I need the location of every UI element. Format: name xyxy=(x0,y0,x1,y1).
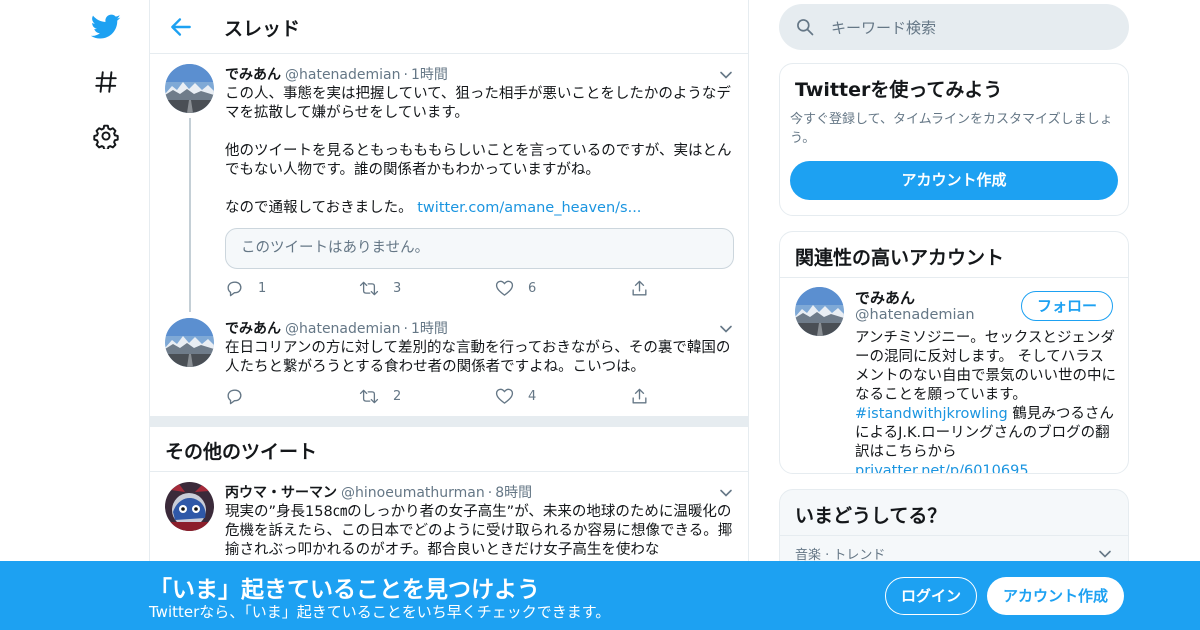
thread-header: スレッド xyxy=(150,0,748,54)
retweet-icon xyxy=(359,389,379,404)
signup-card-title: Twitterを使ってみよう xyxy=(795,79,1003,101)
retweet-button[interactable]: 2 xyxy=(359,387,401,406)
reply-button[interactable] xyxy=(225,387,258,406)
thread-column: スレッド でみあん @hatenademian · 1時間 この人、事態を実は把… xyxy=(149,0,749,630)
account-name[interactable]: でみあん xyxy=(855,287,915,308)
bio-link[interactable]: privatter.net/p/6010695 xyxy=(855,463,1029,473)
search-bar[interactable]: キーワード検索 xyxy=(779,4,1129,50)
follow-button[interactable]: フォロー xyxy=(1021,291,1113,321)
reply-icon xyxy=(227,389,242,405)
author-handle[interactable]: @hinoeumathurman xyxy=(341,485,485,501)
banner-title: 「いま」起きていることを見つけよう xyxy=(149,577,540,603)
tweet[interactable]: 丙ウマ・サーマン @hinoeumathurman · 8時間 現実の”身長158㎝の… xyxy=(150,472,748,562)
tweet[interactable]: でみあん @hatenademian · 1時間 在日コリアンの方に対して差別的な言動… xyxy=(150,310,748,416)
gear-icon[interactable] xyxy=(86,116,126,156)
tweet-paragraph: なので通報しておきました。 xyxy=(225,200,413,216)
tweet-actions: 1 3 6 xyxy=(225,279,665,299)
account-handle[interactable]: @hatenademian xyxy=(855,307,975,323)
section-divider xyxy=(150,416,748,427)
bio-text: アンチミソジニー。セックスとジェンダーの混同に反対します。 そしてハラスメントの… xyxy=(855,330,1116,403)
avatar[interactable] xyxy=(795,287,844,336)
tweet-link[interactable]: twitter.com/amane_heaven/s... xyxy=(417,200,641,216)
author-name[interactable]: でみあん xyxy=(225,321,281,337)
share-button[interactable] xyxy=(630,279,663,298)
search-icon xyxy=(797,19,814,36)
thread-connector-line xyxy=(189,118,191,312)
trends-title: いまどうしてる？ xyxy=(795,505,947,527)
tweet-header: でみあん @hatenademian · 1時間 xyxy=(225,64,448,84)
tweet-text: 在日コリアンの方に対して差別的な言動を行っておきながら、その裏で韓国の人たちと繋… xyxy=(225,340,731,375)
heart-icon xyxy=(495,280,514,296)
heart-icon xyxy=(495,388,514,404)
retweet-icon xyxy=(359,281,379,296)
chevron-down-icon[interactable] xyxy=(718,485,734,501)
retweet-count: 2 xyxy=(393,389,402,404)
share-button[interactable] xyxy=(630,387,663,406)
signup-card-subtitle: 今すぐ登録して、タイムラインをカスタマイズしましょう。 xyxy=(790,112,1113,146)
chevron-down-icon[interactable] xyxy=(718,321,734,337)
twitter-bird-icon[interactable] xyxy=(86,7,126,47)
avatar[interactable] xyxy=(165,482,214,531)
like-count: 4 xyxy=(528,388,537,404)
login-button[interactable]: ログイン xyxy=(885,577,977,615)
thread-title: スレッド xyxy=(224,18,301,40)
author-name[interactable]: でみあん xyxy=(225,67,281,83)
tweet-text: この人、事態を実は把握していて、狙った相手が悪いことをしたかのようなデマを拡散し… xyxy=(225,85,733,218)
tweet-paragraph: この人、事態を実は把握していて、狙った相手が悪いことをしたかのようなデマを拡散し… xyxy=(225,86,731,121)
other-tweets-heading: その他のツイート xyxy=(165,441,318,463)
chevron-down-icon[interactable] xyxy=(1097,546,1113,562)
share-icon xyxy=(632,280,647,296)
reply-count: 1 xyxy=(258,281,267,296)
related-accounts-card: 関連性の高いアカウント でみあん @hatenademian フォロー アンチミ… xyxy=(779,231,1129,474)
separator-dot: · xyxy=(487,485,493,501)
page: スレッド でみあん @hatenademian · 1時間 この人、事態を実は把… xyxy=(0,0,1200,630)
avatar[interactable] xyxy=(165,64,214,113)
tweet-text: 現実の”身長158㎝のしっかり者の女子高生”が、未来の地球のために温暖化の危機を… xyxy=(225,504,733,558)
author-handle[interactable]: @hatenademian xyxy=(285,67,401,83)
signup-card: Twitterを使ってみよう 今すぐ登録して、タイムラインをカスタマイズしましょ… xyxy=(779,63,1129,216)
share-icon xyxy=(632,388,647,404)
quoted-tweet-unavailable: このツイートはありません。 xyxy=(225,228,734,269)
banner-subtitle: Twitterなら、「いま」起きていることをいち早くチェックできます。 xyxy=(149,603,611,621)
separator-dot: · xyxy=(403,67,408,83)
divider xyxy=(780,277,1128,278)
search-input[interactable]: キーワード検索 xyxy=(831,17,936,38)
tweet-time[interactable]: 1時間 xyxy=(411,67,448,83)
tweet-header: でみあん @hatenademian · 1時間 xyxy=(225,318,448,338)
account-bio: アンチミソジニー。セックスとジェンダーの混同に反対します。 そしてハラスメントの… xyxy=(855,329,1117,473)
chevron-down-icon[interactable] xyxy=(718,67,734,83)
tweet-actions: 2 4 xyxy=(225,387,665,407)
related-accounts-title: 関連性の高いアカウント xyxy=(795,247,1005,269)
like-button[interactable]: 4 xyxy=(495,387,536,405)
tweet-time[interactable]: 8時間 xyxy=(495,485,532,501)
like-count: 6 xyxy=(528,280,537,296)
back-arrow-icon[interactable] xyxy=(168,14,194,40)
tweet-header: 丙ウマ・サーマン @hinoeumathurman · 8時間 xyxy=(225,482,532,502)
signup-banner: 「いま」起きていることを見つけよう Twitterなら、「いま」起きていることを… xyxy=(0,561,1200,630)
tweet[interactable]: でみあん @hatenademian · 1時間 この人、事態を実は把握していて、狙っ… xyxy=(150,54,748,312)
divider xyxy=(780,535,1128,536)
tweet-time[interactable]: 1時間 xyxy=(411,321,448,337)
reply-button[interactable]: 1 xyxy=(225,279,266,298)
retweet-count: 3 xyxy=(393,281,402,296)
like-button[interactable]: 6 xyxy=(495,279,536,297)
tweet-paragraph: 他のツイートを見るともっもももらしいことを言っているのですが、実はとんでもない人… xyxy=(225,143,732,178)
hashtag-icon[interactable] xyxy=(86,62,126,102)
avatar[interactable] xyxy=(165,318,214,367)
separator-dot: · xyxy=(403,321,408,337)
retweet-button[interactable]: 3 xyxy=(359,279,401,298)
author-handle[interactable]: @hatenademian xyxy=(285,321,401,337)
hashtag-link[interactable]: #istandwithjkrowling xyxy=(855,406,1008,422)
author-name[interactable]: 丙ウマ・サーマン xyxy=(225,485,337,501)
signup-button[interactable]: アカウント作成 xyxy=(987,577,1124,615)
reply-icon xyxy=(227,281,242,297)
create-account-button[interactable]: アカウント作成 xyxy=(790,161,1118,200)
